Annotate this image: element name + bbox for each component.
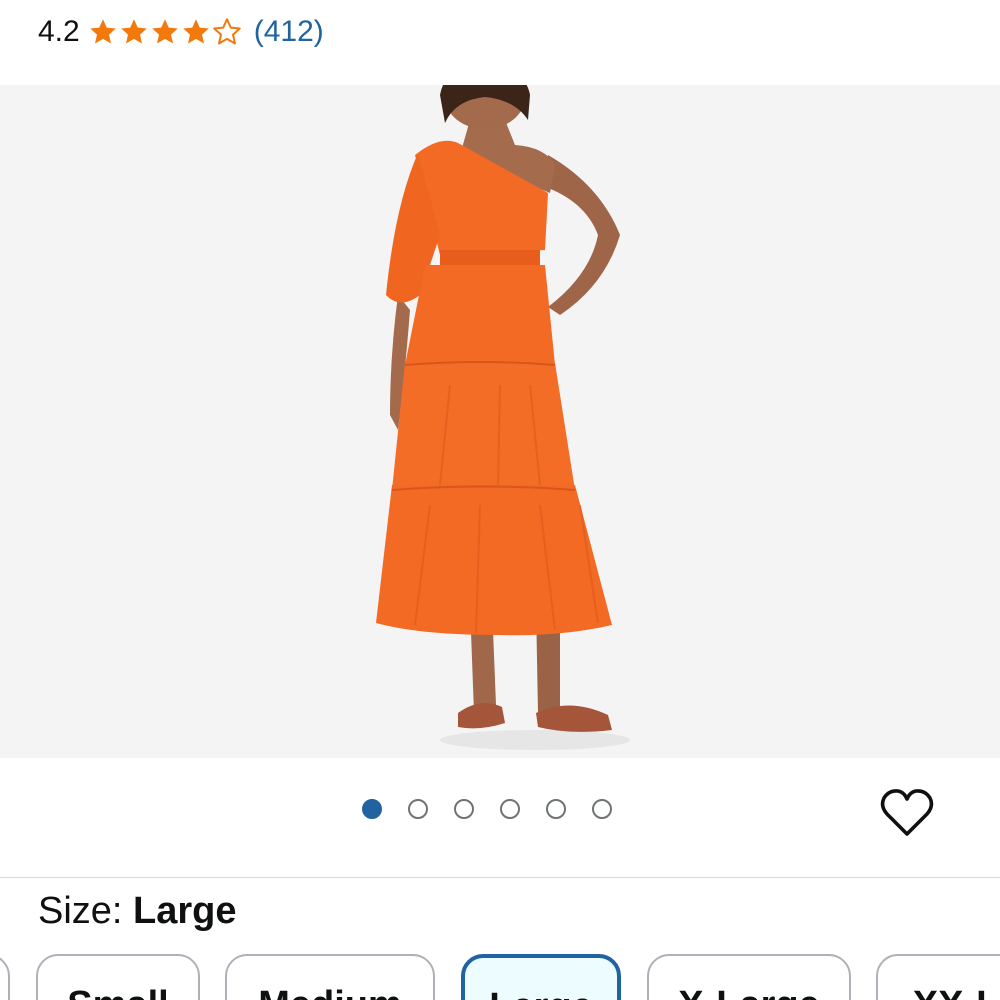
- size-option-medium[interactable]: Medium: [225, 954, 435, 1000]
- wishlist-button[interactable]: [878, 786, 936, 840]
- carousel-dot[interactable]: [454, 799, 474, 819]
- carousel-dot[interactable]: [408, 799, 428, 819]
- carousel-dot[interactable]: [362, 799, 382, 819]
- size-label: Size:: [38, 890, 123, 932]
- heart-outline-icon: [880, 789, 934, 836]
- size-option-partial[interactable]: [0, 954, 10, 1000]
- carousel-dot[interactable]: [546, 799, 566, 819]
- size-selected-value: Large: [133, 890, 237, 932]
- rating-count-link[interactable]: (412): [254, 15, 324, 49]
- size-options: Small Medium Large X-Large XX-L: [0, 954, 1000, 1000]
- size-option-xx-large[interactable]: XX-L: [876, 954, 1000, 1000]
- star-empty-icon: [212, 18, 241, 45]
- product-image[interactable]: [0, 85, 1000, 758]
- product-page: 4.2 (412) Size: Large: [0, 0, 1000, 1000]
- star-full-icon: [151, 19, 178, 44]
- section-divider: [0, 877, 1000, 878]
- image-carousel-dots: [362, 799, 612, 819]
- rating-stars: [88, 17, 242, 47]
- carousel-dot[interactable]: [592, 799, 612, 819]
- size-option-small[interactable]: Small: [36, 954, 200, 1000]
- star-full-icon: [89, 19, 116, 44]
- size-option-x-large[interactable]: X-Large: [647, 954, 851, 1000]
- rating-row[interactable]: 4.2 (412): [38, 10, 324, 54]
- size-option-large[interactable]: Large: [461, 954, 621, 1000]
- rating-value: 4.2: [38, 15, 80, 48]
- carousel-dot[interactable]: [500, 799, 520, 819]
- star-full-icon: [182, 19, 209, 44]
- dress-model-illustration: [376, 85, 630, 750]
- size-heading: Size: Large: [38, 888, 237, 934]
- star-full-icon: [120, 19, 147, 44]
